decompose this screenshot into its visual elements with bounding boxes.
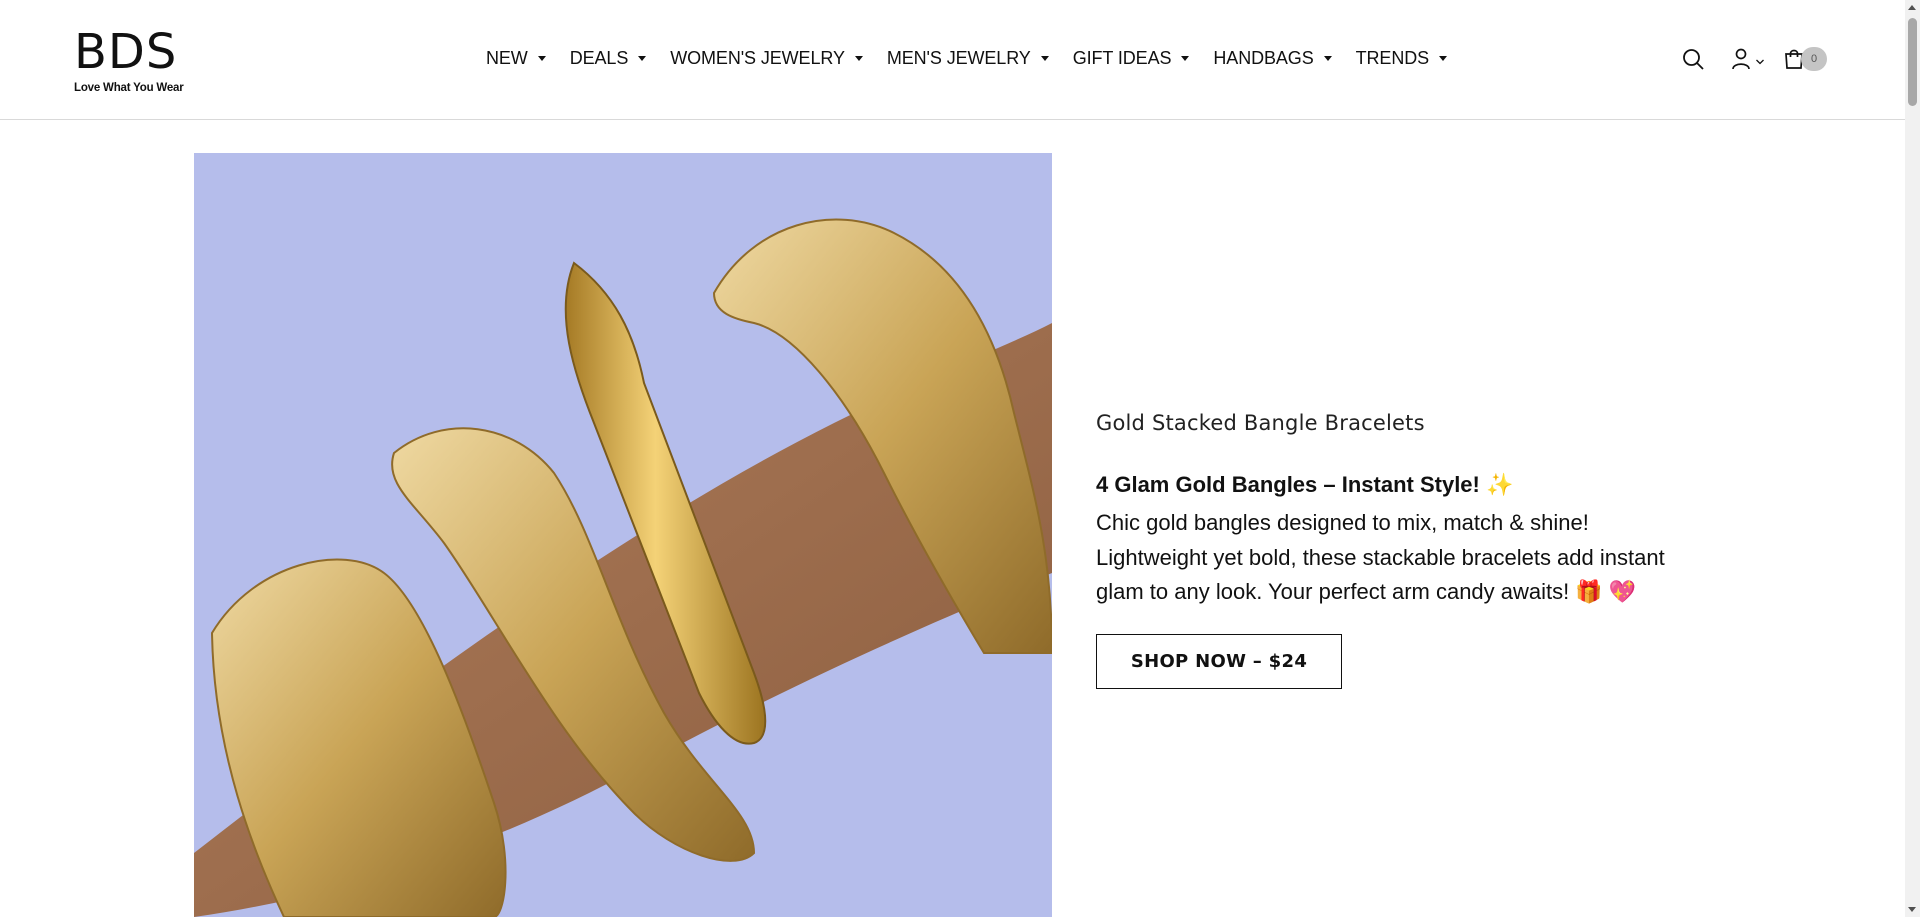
scroll-down-arrow-icon[interactable] [1908,907,1916,912]
scrollbar-thumb[interactable] [1908,18,1917,106]
bangles-illustration [194,153,1052,917]
sparkles-icon: ✨ [1486,472,1514,497]
user-icon [1732,48,1750,70]
caret-down-icon [1439,55,1448,61]
account-button[interactable] [1731,48,1765,70]
search-icon [1683,49,1704,70]
heart-icon: 💖 [1608,579,1637,604]
caret-down-icon [638,55,647,61]
nav-item-gift-ideas[interactable]: GIFT IDEAS [1073,46,1190,70]
cart-button[interactable]: 0 [1783,47,1827,71]
headline-text: 4 Glam Gold Bangles – Instant Style! [1096,472,1480,497]
logo-tagline: Love What You Wear [74,82,184,94]
nav-item-label: TRENDS [1355,47,1430,68]
nav-item-label: MEN'S JEWELRY [886,47,1031,68]
nav-item-womens-jewelry[interactable]: WOMEN'S JEWELRY [670,46,863,70]
header-actions: 0 [1661,44,1827,74]
site-header: BDS Love What You Wear NEW DEALS WOMEN'S… [0,0,1905,120]
nav-item-mens-jewelry[interactable]: MEN'S JEWELRY [887,46,1049,70]
nav-item-new[interactable]: NEW [486,46,546,70]
product-title: Gold Stacked Bangle Bracelets [1096,411,1425,435]
cart-count-badge: 0 [1801,47,1827,71]
caret-down-icon [854,55,863,61]
main-nav: NEW DEALS WOMEN'S JEWELRY MEN'S JEWELRY … [486,46,1471,70]
nav-item-label: DEALS [569,47,629,68]
chevron-down-icon [1756,59,1764,65]
scroll-up-arrow-icon[interactable] [1908,5,1916,10]
page-scrollbar[interactable] [1905,0,1920,917]
search-button[interactable] [1681,47,1705,71]
caret-down-icon [1040,55,1049,61]
nav-item-label: WOMEN'S JEWELRY [670,47,845,68]
gift-icon: 🎁 [1575,579,1603,604]
logo-wordmark: BDS [74,24,178,80]
nav-item-handbags[interactable]: HANDBAGS [1213,46,1332,70]
hero-headline: 4 Glam Gold Bangles – Instant Style! ✨ [1096,471,1716,499]
hero-product-image[interactable] [194,153,1052,917]
nav-item-trends[interactable]: TRENDS [1355,46,1448,70]
brand-logo[interactable]: BDS Love What You Wear [74,28,184,94]
shop-now-button[interactable]: SHOP NOW – $24 [1096,633,1342,689]
caret-down-icon [1181,55,1190,61]
nav-item-label: GIFT IDEAS [1072,47,1172,68]
caret-down-icon [1323,55,1332,61]
nav-item-label: NEW [486,47,528,68]
hero-description: Chic gold bangles designed to mix, match… [1096,506,1706,610]
hero-content: Gold Stacked Bangle Bracelets 4 Glam Gol… [1096,411,1716,689]
nav-item-deals[interactable]: DEALS [570,46,647,70]
caret-down-icon [537,55,546,61]
nav-item-label: HANDBAGS [1213,47,1314,68]
